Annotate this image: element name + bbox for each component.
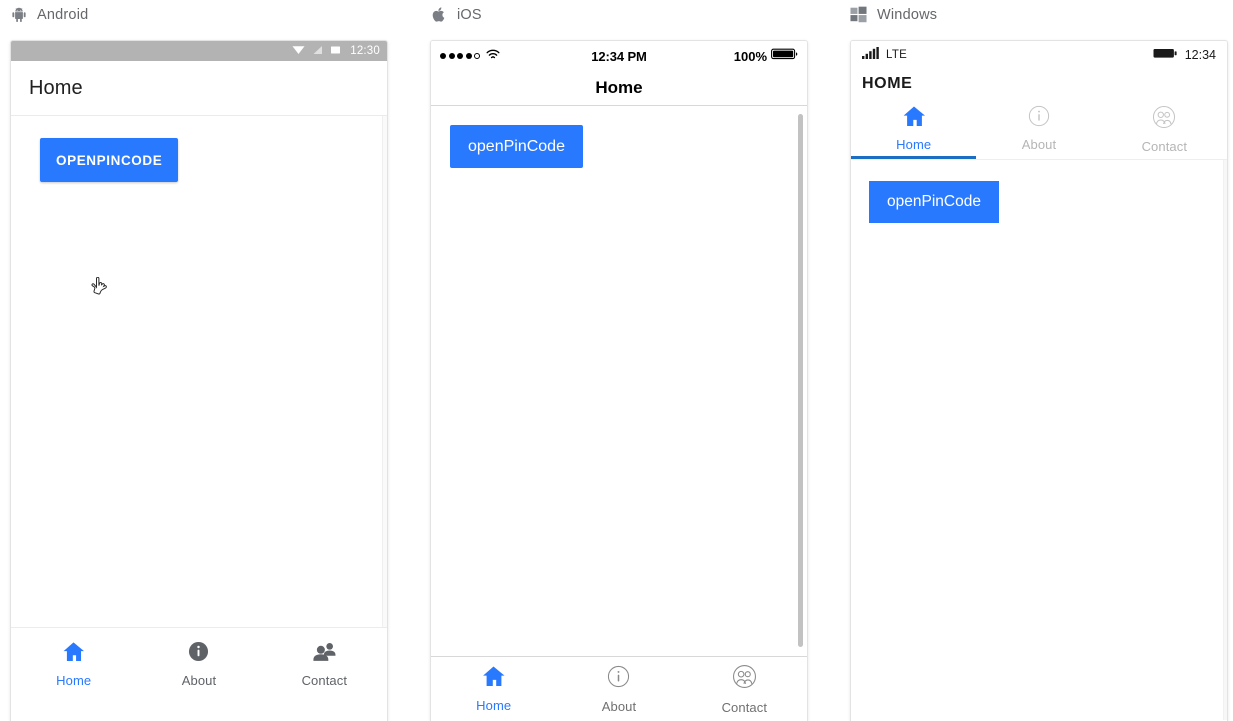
android-bottom-navigation: Home About Contact (11, 628, 387, 700)
contacts-outline-icon (732, 664, 757, 694)
wifi-icon (486, 47, 500, 65)
platform-panel-android: Android 12:30 Home OPENPINCODE Home Abou… (0, 0, 410, 721)
battery-icon (771, 47, 798, 65)
platform-panel-ios: iOS 12:34 PM 100% Home openPinCode Home … (420, 0, 830, 721)
ios-page-title: Home (595, 78, 643, 97)
ios-nav-item-contact[interactable]: Contact (682, 664, 807, 715)
ios-nav-item-home[interactable]: Home (431, 665, 556, 713)
info-icon (188, 641, 209, 667)
signal-dots-icon (440, 53, 480, 59)
open-pincode-button[interactable]: OPENPINCODE (40, 138, 179, 182)
windows-page-title: HOME (862, 75, 913, 92)
windows-tab-label-home: Home (896, 137, 932, 152)
info-outline-icon (1028, 105, 1050, 132)
windows-header: HOME (851, 68, 1227, 100)
home-icon (902, 105, 926, 132)
ios-nav-item-about[interactable]: About (556, 665, 681, 714)
device-frame-android: 12:30 Home OPENPINCODE Home About Contac… (10, 40, 388, 721)
windows-tab-contact[interactable]: Contact (1102, 105, 1227, 159)
windows-active-tab-indicator (851, 156, 976, 159)
android-status-bar: 12:30 (11, 41, 387, 61)
android-scrollbar[interactable] (382, 116, 387, 627)
device-frame-windows: LTE 12:34 HOME Home About Contact openPi… (850, 40, 1228, 721)
battery-icon (330, 42, 341, 60)
android-nav-label-contact: Contact (301, 672, 348, 688)
platform-name-windows: Windows (877, 7, 938, 23)
platform-label-ios: iOS (430, 4, 482, 26)
ios-navigation-bar: Home (431, 71, 807, 106)
windows-tab-label-about: About (1021, 137, 1057, 152)
device-frame-ios: 12:34 PM 100% Home openPinCode Home Abou… (430, 40, 808, 721)
windows-tab-home[interactable]: Home (851, 105, 976, 159)
open-pincode-button[interactable]: openPinCode (450, 125, 583, 168)
home-icon (481, 665, 506, 692)
ios-status-bar: 12:34 PM 100% (431, 41, 807, 71)
wifi-icon (292, 42, 305, 60)
ios-status-time: 12:34 PM (591, 48, 647, 64)
signal-bars-icon (862, 46, 879, 64)
ios-nav-label-about: About (601, 698, 637, 714)
android-nav-label-about: About (181, 672, 217, 688)
ios-nav-label-contact: Contact (721, 699, 768, 715)
windows-tab-label-contact: Contact (1141, 139, 1188, 154)
windows-network-label: LTE (886, 48, 908, 61)
windows-status-bar: LTE 12:34 (851, 41, 1227, 68)
android-nav-item-about[interactable]: About (136, 641, 261, 688)
ios-nav-label-home: Home (476, 698, 512, 713)
info-outline-icon (607, 665, 630, 693)
home-icon (62, 641, 85, 667)
windows-logo-icon (850, 6, 868, 24)
windows-status-time: 12:34 (1184, 47, 1216, 62)
android-nav-item-home[interactable]: Home (11, 641, 136, 688)
platform-label-android: Android (10, 4, 88, 26)
windows-tab-about[interactable]: About (976, 105, 1101, 159)
ios-content-area: openPinCode (431, 106, 807, 657)
android-robot-icon (10, 6, 28, 24)
android-nav-label-home: Home (56, 672, 92, 688)
android-page-title: Home (29, 76, 83, 99)
platform-name-ios: iOS (457, 7, 482, 23)
windows-content-area: openPinCode (851, 160, 1227, 720)
platform-preview-root: Android 12:30 Home OPENPINCODE Home Abou… (0, 0, 1233, 721)
open-pincode-button[interactable]: openPinCode (869, 181, 999, 223)
signal-icon (312, 42, 323, 60)
battery-icon (1153, 46, 1177, 64)
ios-battery-percent: 100% (733, 48, 767, 64)
platform-panel-windows: Windows LTE 12:34 HOME Home About Contac… (840, 0, 1233, 721)
platform-label-windows: Windows (850, 4, 937, 26)
pointer-hand-cursor (91, 276, 108, 297)
platform-name-android: Android (37, 7, 89, 23)
contacts-icon (312, 641, 337, 667)
ios-scrollbar[interactable] (798, 114, 803, 647)
android-content-area: OPENPINCODE (11, 116, 387, 628)
android-app-bar: Home (11, 61, 387, 116)
apple-logo-icon (430, 6, 448, 24)
windows-tab-bar: Home About Contact (851, 100, 1227, 160)
android-status-time: 12:30 (350, 45, 380, 57)
contacts-outline-icon (1152, 105, 1176, 134)
windows-scrollbar[interactable] (1223, 160, 1227, 720)
ios-tab-bar: Home About Contact (431, 657, 807, 721)
android-nav-item-contact[interactable]: Contact (262, 641, 387, 688)
